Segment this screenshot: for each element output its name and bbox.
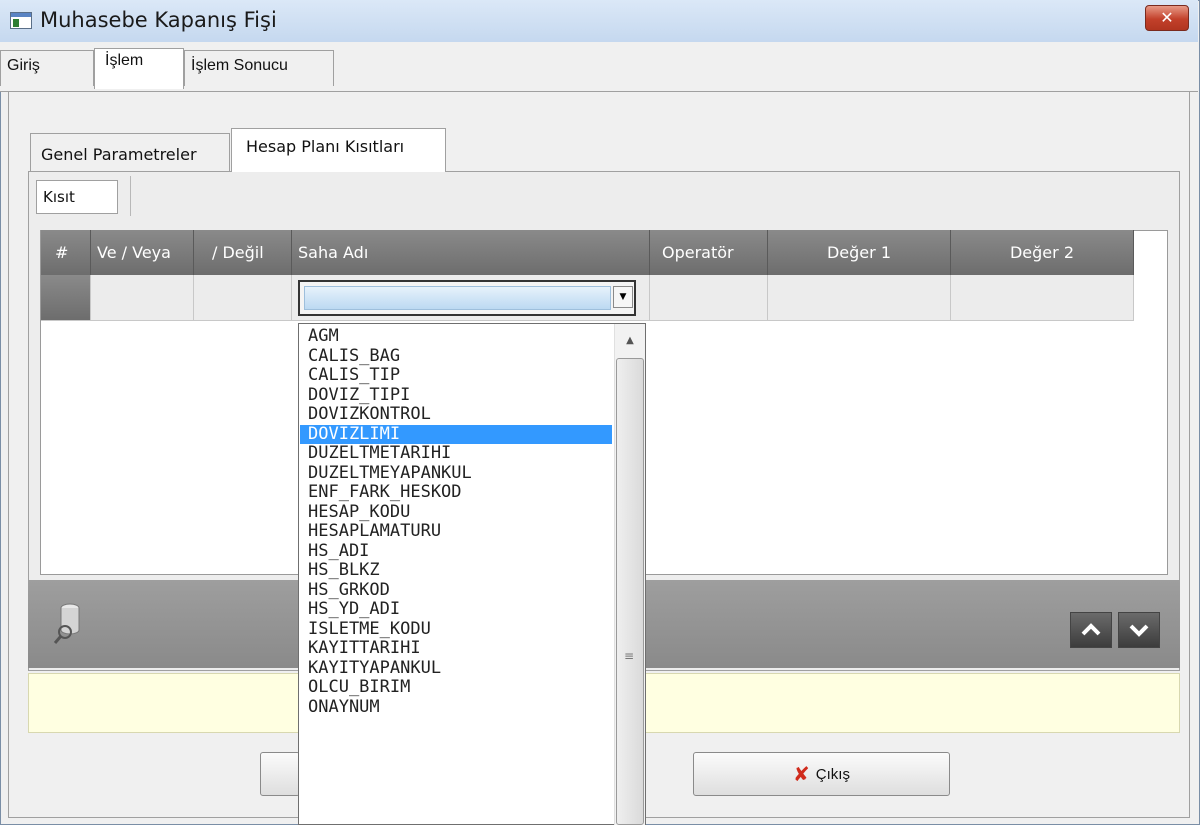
- dropdown-item[interactable]: DOVIZLIMI: [300, 424, 612, 444]
- chevron-down-icon: ▼: [619, 291, 627, 302]
- column-header-operator[interactable]: Operatör: [650, 230, 768, 275]
- dropdown-item[interactable]: HESAPLAMATURU: [300, 521, 612, 542]
- tab-hesap-plani-kisitlari[interactable]: Hesap Planı Kısıtları: [231, 128, 446, 172]
- column-header-degil[interactable]: / Değil: [194, 230, 292, 275]
- column-header-deger-1[interactable]: Değer 1: [768, 230, 951, 275]
- dropdown-item[interactable]: DUZELTMEYAPANKUL: [300, 463, 612, 484]
- tab-kisit[interactable]: Kısıt: [36, 180, 118, 214]
- chevron-up-icon: [1081, 623, 1101, 636]
- dropdown-item[interactable]: DOVIZKONTROL: [300, 404, 612, 425]
- top-tabstrip: Giriş İşlem İşlem Sonucu: [0, 42, 1198, 92]
- dropdown-item[interactable]: CALIS_BAG: [300, 346, 612, 367]
- tab-genel-parametreler[interactable]: Genel Parametreler: [30, 133, 230, 171]
- cell-degil[interactable]: [194, 275, 292, 321]
- dropdown-item[interactable]: DOVIZ_TIPI: [300, 385, 612, 406]
- dropdown-item[interactable]: KAYITTARIHI: [300, 638, 612, 659]
- scroll-thumb[interactable]: [616, 358, 644, 825]
- dropdown-item[interactable]: KAYITYAPANKUL: [300, 658, 612, 679]
- dropdown-items: AGM CALIS_BAG CALIS_TIP DOVIZ_TIPI DOVIZKONT…: [300, 326, 612, 718]
- move-down-button[interactable]: [1118, 612, 1160, 648]
- column-header-index[interactable]: #: [41, 230, 91, 275]
- dropdown-item[interactable]: HS_YD_ADI: [300, 599, 612, 620]
- row-header-cell[interactable]: [41, 275, 91, 321]
- cell-ve-veya[interactable]: [91, 275, 194, 321]
- dropdown-item[interactable]: AGM: [300, 326, 612, 347]
- column-header-saha-adi[interactable]: Saha Adı: [292, 230, 650, 275]
- app-icon: [10, 12, 32, 29]
- scroll-grip-icon: ≡: [623, 649, 635, 663]
- dropdown-item[interactable]: DUZELTMETARIHI: [300, 443, 612, 464]
- x-mark-icon: ✘: [793, 762, 810, 786]
- move-up-button[interactable]: [1070, 612, 1112, 648]
- dropdown-item[interactable]: HESAP_KODU: [300, 502, 612, 523]
- cell-deger-2[interactable]: [951, 275, 1134, 321]
- cell-operator[interactable]: [650, 275, 768, 321]
- scroll-up-arrow[interactable]: ▲: [620, 330, 640, 350]
- tab-giris[interactable]: Giriş: [0, 50, 94, 86]
- dropdown-item[interactable]: CALIS_TIP: [300, 365, 612, 386]
- database-search-icon[interactable]: [52, 600, 82, 646]
- tab-islem-sonucu[interactable]: İşlem Sonucu: [184, 50, 334, 86]
- close-icon: ✕: [1160, 8, 1174, 27]
- dropdown-item[interactable]: ENF_FARK_HESKOD: [300, 482, 612, 503]
- dropdown-item[interactable]: HS_BLKZ: [300, 560, 612, 581]
- dropdown-item[interactable]: OLCU_BIRIM: [300, 677, 612, 698]
- action-button[interactable]: [260, 752, 300, 796]
- close-button[interactable]: ✕: [1145, 5, 1189, 31]
- chevron-down-icon: [1129, 624, 1149, 637]
- column-header-deger-2[interactable]: Değer 2: [951, 230, 1134, 275]
- divider: [130, 176, 132, 216]
- dropdown-item[interactable]: ISLETME_KODU: [300, 619, 612, 640]
- dropdown-item[interactable]: HS_GRKOD: [300, 580, 612, 601]
- cell-deger-1[interactable]: [768, 275, 951, 321]
- dropdown-item[interactable]: HS_ADI: [300, 541, 612, 562]
- exit-button[interactable]: ✘ Çıkış: [693, 752, 950, 796]
- combobox-dropdown-button[interactable]: ▼: [613, 286, 633, 308]
- dropdown-item[interactable]: ONAYNUM: [300, 697, 612, 718]
- column-header-ve-veya[interactable]: Ve / Veya: [91, 230, 194, 275]
- combobox-value[interactable]: [304, 286, 611, 310]
- exit-button-label: Çıkış: [815, 765, 850, 783]
- tab-islem[interactable]: İşlem: [94, 48, 184, 89]
- window-title: Muhasebe Kapanış Fişi: [40, 8, 277, 32]
